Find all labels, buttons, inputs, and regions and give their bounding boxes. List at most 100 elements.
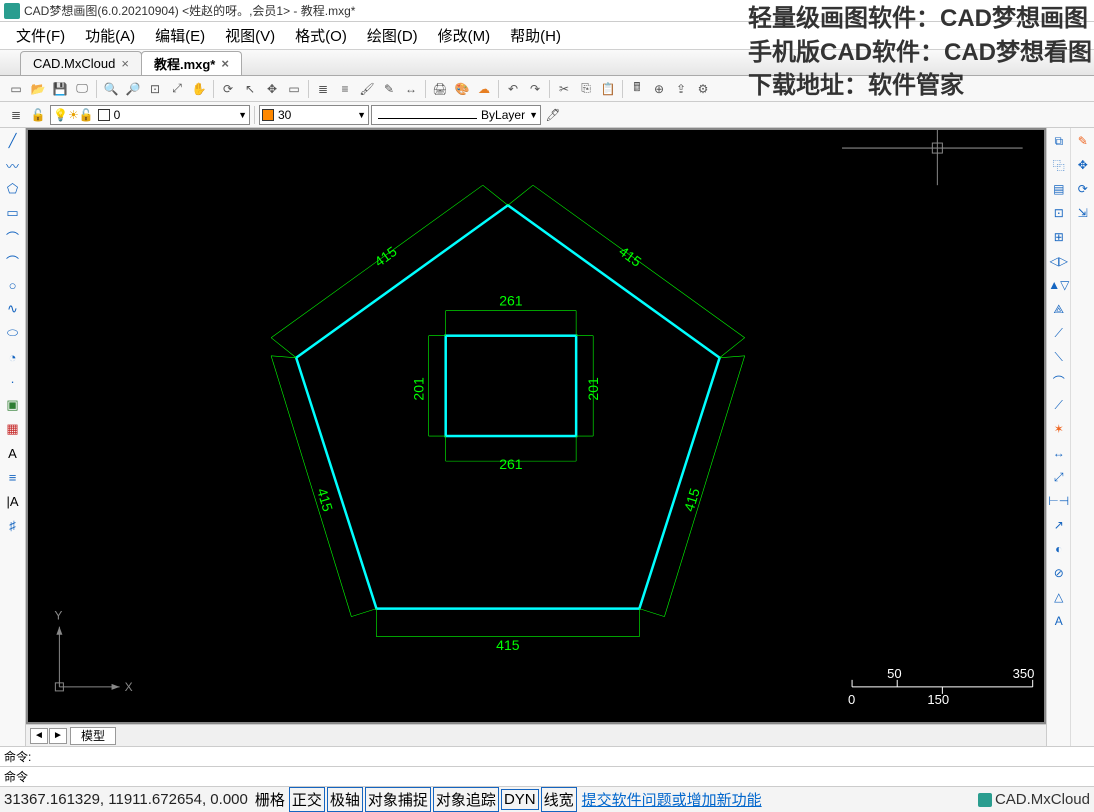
chamfer-icon[interactable]: ⟋ (1050, 396, 1068, 414)
tab-prev-icon[interactable]: ◄ (30, 728, 48, 744)
menu-draw[interactable]: 绘图(D) (357, 23, 428, 48)
svg-text:X: X (125, 680, 133, 694)
close-icon[interactable]: × (121, 56, 129, 71)
rect-icon[interactable]: ▭ (4, 204, 22, 222)
cursor-icon[interactable]: ↖ (240, 79, 260, 99)
export-icon[interactable]: ⇪ (671, 79, 691, 99)
brush-icon[interactable]: 🖌 (357, 79, 377, 99)
leader-icon[interactable]: ↗ (1050, 516, 1068, 534)
hatch-icon[interactable]: ▦ (4, 420, 22, 438)
calc-icon[interactable]: 🖩 (627, 79, 647, 99)
dim-icon[interactable]: ↔ (401, 79, 421, 99)
annotation-icon[interactable]: |A (4, 492, 22, 510)
layer-group-icon[interactable]: ≣ (6, 105, 26, 125)
menu-view[interactable]: 视图(V) (215, 23, 285, 48)
rotate-view-icon[interactable]: ⟳ (218, 79, 238, 99)
tab-tutorial[interactable]: 教程.mxg* × (141, 51, 242, 75)
array-icon[interactable]: ⊞ (1050, 228, 1068, 246)
palette-icon[interactable]: 🎨 (452, 79, 472, 99)
paste-tool-icon[interactable]: ▤ (1050, 180, 1068, 198)
mtext-icon[interactable]: ≡ (4, 468, 22, 486)
menu-function[interactable]: 功能(A) (75, 23, 145, 48)
dim-angle-icon[interactable]: △ (1050, 588, 1068, 606)
pan-icon[interactable]: ✋ (189, 79, 209, 99)
dim-continue-icon[interactable]: ⊢⊣ (1050, 492, 1068, 510)
layers-icon[interactable]: ≣ (313, 79, 333, 99)
linetype-dropdown[interactable]: ByLayer ▼ (371, 105, 541, 125)
zoom-window-icon[interactable]: ⊡ (145, 79, 165, 99)
region-icon[interactable]: ♯ (4, 516, 22, 534)
arc-icon[interactable]: ⌒ (4, 228, 22, 246)
select-icon[interactable]: ▭ (284, 79, 304, 99)
move-tool-icon[interactable]: ✥ (1074, 156, 1092, 174)
model-tab[interactable]: 模型 (70, 727, 116, 745)
scale-icon[interactable]: ⇲ (1074, 204, 1092, 222)
circle-icon[interactable]: ○ (4, 276, 22, 294)
undo-icon[interactable]: ↶ (503, 79, 523, 99)
layer-lock-icon[interactable]: 🔓 (28, 105, 48, 125)
ellipse-arc-icon[interactable]: ◔ (4, 348, 22, 366)
rotate-icon[interactable]: ⟳ (1074, 180, 1092, 198)
lineweight-icon[interactable]: 🖊 (543, 105, 563, 125)
dim-radius-icon[interactable]: ◐ (1050, 540, 1068, 558)
pan-tool-icon[interactable]: ✶ (1050, 420, 1068, 438)
mirror-v-icon[interactable]: ▲▽ (1050, 276, 1068, 294)
command-input[interactable] (31, 750, 1090, 764)
tolerance-icon[interactable]: ⊕ (649, 79, 669, 99)
annotate-icon[interactable]: ✎ (379, 79, 399, 99)
menu-format[interactable]: 格式(O) (285, 23, 357, 48)
polygon-icon[interactable]: ⬠ (4, 180, 22, 198)
text-tool-icon[interactable]: A (1050, 612, 1068, 630)
mirror-icon[interactable]: ◁▷ (1050, 252, 1068, 270)
move-icon[interactable]: ✥ (262, 79, 282, 99)
layer-dropdown[interactable]: 💡☀🔓 0 ▼ (50, 105, 250, 125)
screen-icon[interactable]: 🖵 (72, 79, 92, 99)
arc2-icon[interactable]: ⌒ (4, 252, 22, 270)
zoom-out-icon[interactable]: 🔎 (123, 79, 143, 99)
tab-mxcloud[interactable]: CAD.MxCloud × (20, 51, 142, 75)
menu-file[interactable]: 文件(F) (6, 23, 75, 48)
paste-icon[interactable]: 📋 (598, 79, 618, 99)
cut-icon[interactable]: ✂ (554, 79, 574, 99)
print-icon[interactable]: 🖨 (430, 79, 450, 99)
copy2-icon[interactable]: ⿻ (1050, 156, 1068, 174)
dim-aligned-icon[interactable]: ⤢ (1050, 468, 1068, 486)
dim-diameter-icon[interactable]: ⊘ (1050, 564, 1068, 582)
save-icon[interactable]: 💾 (50, 79, 70, 99)
line-icon[interactable]: ╱ (4, 132, 22, 150)
command-input-2[interactable] (28, 770, 1090, 784)
mirror-h-icon[interactable]: ⟁ (1050, 300, 1068, 318)
point-icon[interactable]: · (4, 372, 22, 390)
copy-tool-icon[interactable]: ⧉ (1050, 132, 1068, 150)
svg-text:150: 150 (927, 692, 949, 707)
left-toolbar: ╱ 〰 ⬠ ▭ ⌒ ⌒ ○ ∿ ⬭ ◔ · ▣ ▦ A ≡ |A ♯ (0, 128, 26, 746)
menu-modify[interactable]: 修改(M) (428, 23, 501, 48)
zoom-in-icon[interactable]: 🔍 (101, 79, 121, 99)
new-icon[interactable]: ▭ (6, 79, 26, 99)
cloud-icon[interactable]: ☁ (474, 79, 494, 99)
color-dropdown[interactable]: 30 ▼ (259, 105, 369, 125)
extend-icon[interactable]: ⟍ (1050, 348, 1068, 366)
close-icon[interactable]: × (221, 56, 229, 71)
spline-icon[interactable]: ∿ (4, 300, 22, 318)
copy-icon[interactable]: ⎘ (576, 79, 596, 99)
block-icon[interactable]: ▣ (4, 396, 22, 414)
menu-help[interactable]: 帮助(H) (500, 23, 571, 48)
dim-linear-icon[interactable]: ↔ (1050, 444, 1068, 462)
color-value: 30 (278, 108, 291, 122)
ellipse-icon[interactable]: ⬭ (4, 324, 22, 342)
linetype-icon[interactable]: ≡ (335, 79, 355, 99)
fillet-icon[interactable]: ⌒ (1050, 372, 1068, 390)
redo-icon[interactable]: ↷ (525, 79, 545, 99)
erase-icon[interactable]: ✎ (1074, 132, 1092, 150)
window-icon[interactable]: ⊡ (1050, 204, 1068, 222)
open-icon[interactable]: 📂 (28, 79, 48, 99)
polyline-icon[interactable]: 〰 (4, 156, 22, 174)
zoom-extent-icon[interactable]: ⤢ (167, 79, 187, 99)
text-icon[interactable]: A (4, 444, 22, 462)
tab-next-icon[interactable]: ► (49, 728, 67, 744)
menu-edit[interactable]: 编辑(E) (145, 23, 215, 48)
settings-icon[interactable]: ⚙ (693, 79, 713, 99)
trim-icon[interactable]: ⟋ (1050, 324, 1068, 342)
drawing-canvas[interactable]: 261 261 201 201 415 (28, 130, 1044, 722)
